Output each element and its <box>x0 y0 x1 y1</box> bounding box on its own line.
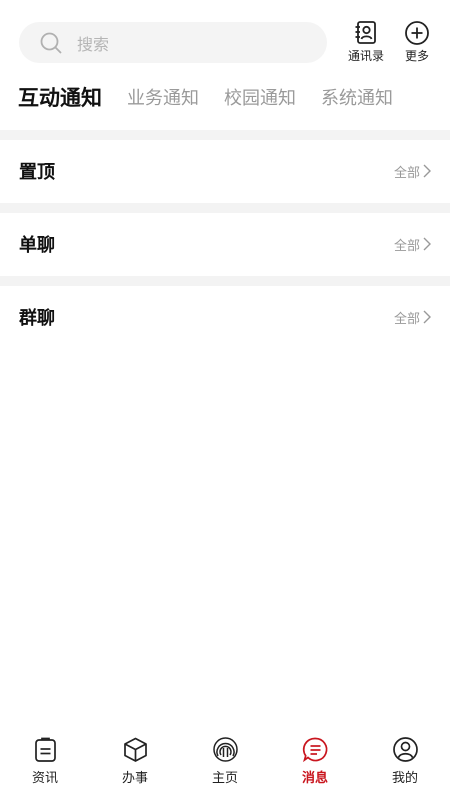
nav-label: 消息 <box>301 771 328 786</box>
view-all-button[interactable]: 全部 <box>394 308 431 327</box>
section-title: 群聊 <box>19 308 55 329</box>
contacts-button[interactable]: 通讯录 <box>344 20 388 66</box>
nav-item-home[interactable]: 主页 <box>180 730 270 800</box>
nav-item-services[interactable]: 办事 <box>90 730 180 800</box>
nav-item-messages[interactable]: 消息 <box>270 730 360 800</box>
nav-label: 资讯 <box>31 771 58 786</box>
plus-circle-icon <box>405 21 429 45</box>
tab-business[interactable]: 业务通知 <box>127 84 199 110</box>
view-all-button[interactable]: 全部 <box>394 162 431 181</box>
nav-item-profile[interactable]: 我的 <box>360 730 450 800</box>
nav-item-news[interactable]: 资讯 <box>0 730 90 800</box>
search-icon <box>40 32 62 54</box>
section-title: 单聊 <box>19 235 55 256</box>
home-rings-icon <box>212 737 238 762</box>
view-all-button[interactable]: 全部 <box>394 235 431 254</box>
section-title: 置顶 <box>19 162 55 183</box>
message-icon <box>302 737 327 763</box>
divider <box>0 130 450 140</box>
cube-icon <box>123 737 147 762</box>
divider <box>0 203 450 213</box>
nav-label: 主页 <box>211 771 238 786</box>
divider <box>0 276 450 286</box>
view-all-label: 全部 <box>393 165 420 181</box>
more-label: 更多 <box>404 49 429 63</box>
section-single-chat[interactable]: 单聊 全部 <box>0 213 450 275</box>
notification-tabs: 互动通知 业务通知 校园通知 系统通知 <box>18 82 418 112</box>
section-group-chat[interactable]: 群聊 全部 <box>0 286 450 348</box>
view-all-label: 全部 <box>393 238 420 254</box>
search-bar[interactable]: 搜索 <box>19 22 327 63</box>
chevron-right-icon <box>423 237 431 251</box>
chevron-right-icon <box>423 164 431 178</box>
contacts-label: 通讯录 <box>347 49 384 63</box>
top-area: 搜索 通讯录 更多 互动通知 业务通知 校园通知 系统通知 <box>0 0 450 130</box>
view-all-label: 全部 <box>393 311 420 327</box>
user-icon <box>392 737 418 762</box>
section-pinned[interactable]: 置顶 全部 <box>0 140 450 202</box>
nav-label: 我的 <box>391 771 418 786</box>
chevron-right-icon <box>423 310 431 324</box>
tab-system[interactable]: 系统通知 <box>321 84 393 110</box>
contacts-icon <box>355 21 376 44</box>
news-icon <box>34 737 56 762</box>
search-input[interactable]: 搜索 <box>77 31 109 55</box>
tab-campus[interactable]: 校园通知 <box>224 84 296 110</box>
more-button[interactable]: 更多 <box>395 20 439 66</box>
nav-label: 办事 <box>121 771 148 786</box>
tab-interactive[interactable]: 互动通知 <box>18 82 102 112</box>
bottom-nav: 资讯 办事 主页 消息 我的 <box>0 730 450 800</box>
